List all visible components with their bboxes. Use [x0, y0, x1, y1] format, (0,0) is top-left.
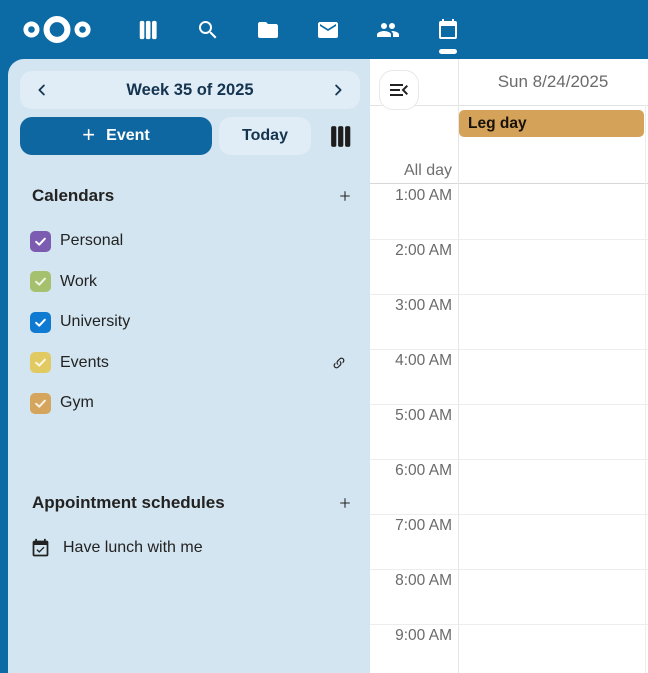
active-app-indicator: [439, 49, 457, 54]
all-day-row: Leg day All day: [370, 106, 648, 184]
add-calendar-button[interactable]: [332, 183, 358, 209]
calendar-name: Gym: [60, 394, 94, 412]
hour-slot[interactable]: 8:00 AM: [370, 570, 648, 625]
calendar-name: Work: [60, 273, 97, 291]
hour-label: 9:00 AM: [370, 625, 452, 645]
previous-week-button[interactable]: [24, 73, 60, 107]
hour-slot[interactable]: 5:00 AM: [370, 405, 648, 460]
calendar-item-university[interactable]: University: [8, 302, 370, 343]
appointment-name: Have lunch with me: [63, 539, 203, 557]
appointments-section-header: Appointment schedules: [32, 490, 358, 516]
calendar-checkbox[interactable]: [30, 231, 51, 252]
calendar-name: Events: [60, 354, 109, 372]
hour-slot[interactable]: 2:00 AM: [370, 240, 648, 295]
next-week-button[interactable]: [320, 73, 356, 107]
files-icon[interactable]: [248, 10, 288, 50]
menu-open-icon[interactable]: [379, 70, 419, 110]
hour-slot[interactable]: 6:00 AM: [370, 460, 648, 515]
nextcloud-logo[interactable]: [22, 13, 92, 46]
hour-label: 1:00 AM: [370, 185, 452, 205]
hour-slot[interactable]: 7:00 AM: [370, 515, 648, 570]
new-event-label: Event: [106, 127, 150, 145]
plus-icon: +: [82, 124, 95, 146]
hour-label: 4:00 AM: [370, 350, 452, 370]
hour-slot[interactable]: 1:00 AM: [370, 185, 648, 240]
calendar-item-work[interactable]: Work: [8, 262, 370, 303]
dashboard-icon[interactable]: [128, 10, 168, 50]
calendar-list: Personal Work University Events: [8, 221, 370, 424]
today-button[interactable]: Today: [219, 117, 311, 155]
calendar-check-icon: [30, 538, 51, 559]
week-label: Week 35 of 2025: [60, 81, 320, 100]
calendar-name: University: [60, 313, 130, 331]
calendars-title: Calendars: [32, 186, 114, 206]
new-event-button[interactable]: + Event: [20, 117, 212, 155]
hour-slot[interactable]: 9:00 AM: [370, 625, 648, 673]
app-content: Week 35 of 2025 + Event Today: [8, 59, 648, 673]
calendar-name: Personal: [60, 232, 123, 250]
calendar-checkbox[interactable]: [30, 352, 51, 373]
topbar: [0, 0, 648, 59]
hour-grid: 1:00 AM 2:00 AM 3:00 AM 4:00 AM 5:00 AM …: [370, 185, 648, 673]
calendar-checkbox[interactable]: [30, 312, 51, 333]
add-appointment-button[interactable]: [332, 490, 358, 516]
hour-label: 6:00 AM: [370, 460, 452, 480]
calendars-section-header: Calendars: [32, 183, 358, 209]
calendar-checkbox[interactable]: [30, 393, 51, 414]
all-day-label: All day: [370, 162, 452, 180]
calendar-day-view: Sun 8/24/2025 Leg day All day 1:00 AM 2:…: [370, 59, 648, 673]
hour-slot[interactable]: 4:00 AM: [370, 350, 648, 405]
week-navigation: Week 35 of 2025: [20, 71, 360, 109]
hour-label: 5:00 AM: [370, 405, 452, 425]
appointment-item[interactable]: Have lunch with me: [30, 536, 203, 560]
calendar-item-events[interactable]: Events: [8, 343, 370, 384]
day-column-right-divider: [645, 105, 646, 673]
hour-slot[interactable]: 3:00 AM: [370, 295, 648, 350]
sidebar-actions: + Event Today: [20, 117, 360, 155]
hour-label: 3:00 AM: [370, 295, 452, 315]
calendar-checkbox[interactable]: [30, 271, 51, 292]
view-columns-icon[interactable]: [320, 117, 360, 155]
mail-icon[interactable]: [308, 10, 348, 50]
appointments-title: Appointment schedules: [32, 493, 225, 513]
all-day-event[interactable]: Leg day: [459, 110, 644, 137]
link-icon[interactable]: [326, 350, 352, 376]
contacts-icon[interactable]: [368, 10, 408, 50]
event-title: Leg day: [468, 115, 527, 133]
calendar-sidebar: Week 35 of 2025 + Event Today: [8, 59, 370, 673]
day-header[interactable]: Sun 8/24/2025: [458, 59, 648, 105]
calendar-icon[interactable]: [428, 10, 468, 50]
calendar-item-gym[interactable]: Gym: [8, 383, 370, 424]
calendar-item-personal[interactable]: Personal: [8, 221, 370, 262]
hour-label: 7:00 AM: [370, 515, 452, 535]
time-gutter-divider: [458, 59, 459, 673]
hour-label: 2:00 AM: [370, 240, 452, 260]
search-icon[interactable]: [188, 10, 228, 50]
hour-label: 8:00 AM: [370, 570, 452, 590]
